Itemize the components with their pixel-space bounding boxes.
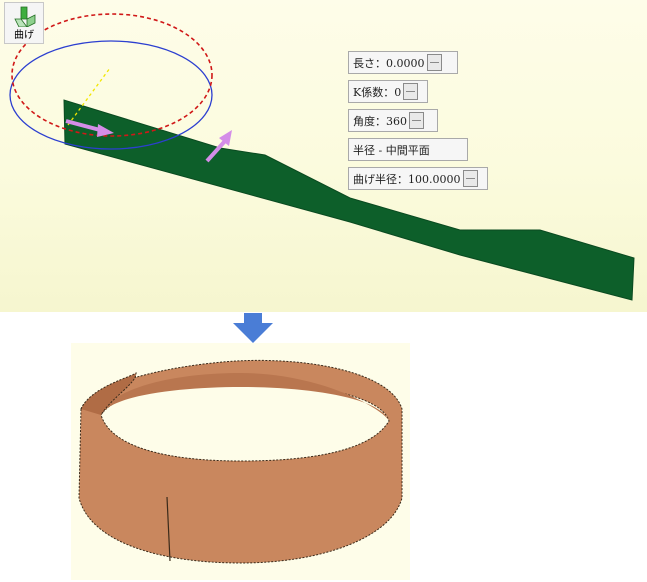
k-factor-field[interactable]: K係数：0 [348,80,428,103]
bend-button[interactable]: 曲げ [4,2,44,44]
radius-mode-value: 半径 - 中間平面 [353,143,430,157]
k-factor-spinner[interactable] [403,83,419,100]
k-factor-value: K係数：0 [353,85,402,99]
bend-button-label: 曲げ [14,30,34,41]
bend-radius-spinner[interactable] [462,170,478,187]
bent-ring-render [78,359,403,564]
down-arrow-icon [233,313,273,343]
angle-value: 角度：360 [353,114,407,128]
radius-mode-field[interactable]: 半径 - 中間平面 [348,138,468,161]
viewport-canvas[interactable] [0,0,647,312]
bend-icon [14,6,36,27]
viewport-3d[interactable]: 曲げ 長さ：0.0000 K係数：0 角度：360 半径 - 中間平面 曲げ半径… [0,0,647,312]
page: 曲げ 長さ：0.0000 K係数：0 角度：360 半径 - 中間平面 曲げ半径… [0,0,647,582]
result-view [71,343,410,580]
bend-radius-value: 曲げ半径：100.0000 [353,172,461,186]
angle-spinner[interactable] [409,112,424,129]
angle-field[interactable]: 角度：360 [348,109,438,132]
length-spinner[interactable] [426,54,442,71]
bend-radius-field[interactable]: 曲げ半径：100.0000 [348,167,488,190]
length-field[interactable]: 長さ：0.0000 [348,51,458,74]
length-value: 長さ：0.0000 [353,56,425,70]
